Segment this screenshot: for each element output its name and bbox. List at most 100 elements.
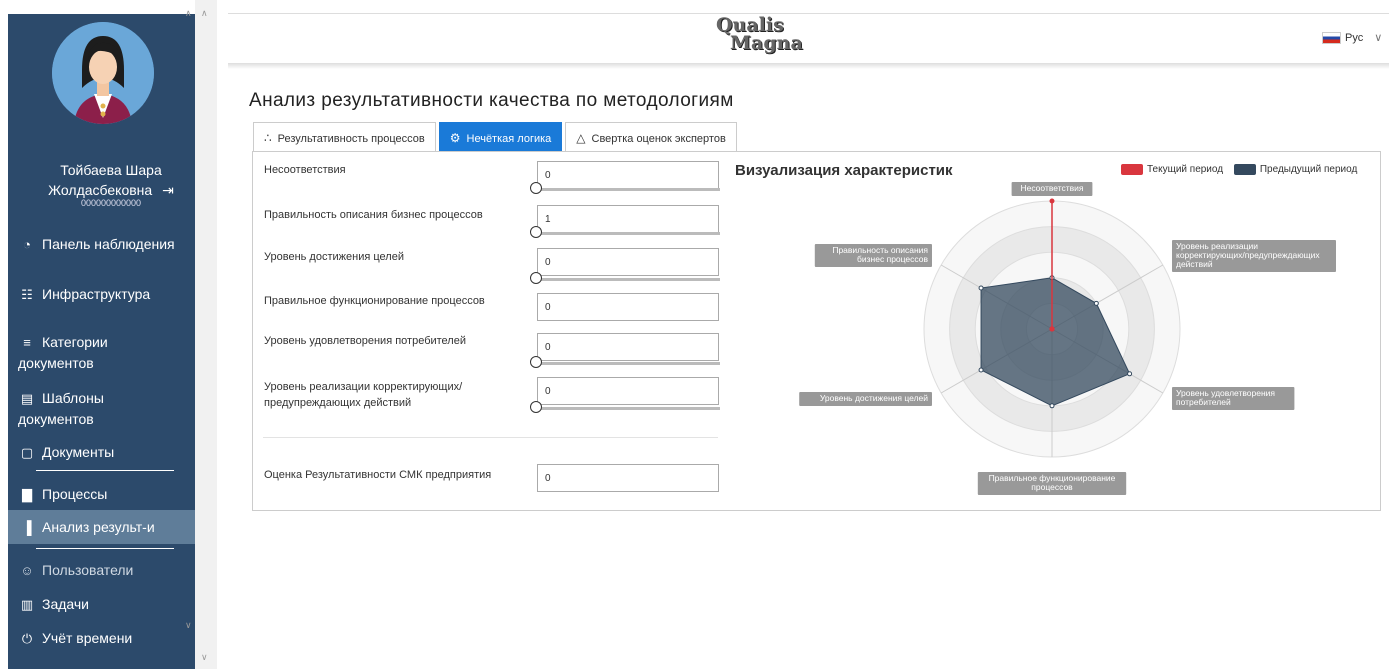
sidebar-item-label: Учёт времени xyxy=(42,630,133,646)
radar-data-point xyxy=(1049,326,1055,332)
slider-handle[interactable] xyxy=(530,182,542,194)
radar-data-point xyxy=(1049,403,1055,409)
user-avatar[interactable] xyxy=(52,22,154,124)
field-label: Правильность описания бизнес процессов xyxy=(264,209,483,221)
legend-label-previous: Предыдущий период xyxy=(1259,164,1358,176)
sidebar-item-label: Анализ результ-и xyxy=(42,519,155,535)
sidebar-item-label: Пользователи xyxy=(42,562,134,578)
radar-data-point xyxy=(1127,371,1133,377)
tab-label: Нечёткая логика xyxy=(466,133,552,145)
analysis-chart-icon: ▐ xyxy=(22,520,32,535)
nonconformity-slider[interactable] xyxy=(530,182,720,194)
analysis-panel: Несоответствия 0 Правильность описания б… xyxy=(252,151,1381,511)
legend-label-current: Текущий период xyxy=(1147,164,1224,176)
sidebar-item-label: Задачи xyxy=(42,596,90,612)
sidebar-item-time-tracking[interactable]: ⏻ Учёт времени xyxy=(8,628,196,649)
tab-process-effectiveness[interactable]: ∴ Результативность процессов xyxy=(253,122,436,152)
sidebar-item-analysis[interactable]: ▐ Анализ результ-и xyxy=(8,510,196,544)
radar-axis-label: действий xyxy=(1176,259,1213,269)
corrective-actions-slider[interactable] xyxy=(530,401,720,413)
list-icon: ≡ xyxy=(23,335,31,350)
sidebar-item-tasks[interactable]: ▥ Задачи xyxy=(8,594,196,615)
sidebar-item-label: Процессы xyxy=(42,486,108,502)
legend-swatch-current[interactable] xyxy=(1121,164,1143,175)
sidebar-item-infrastructure[interactable]: ☷ Инфраструктура xyxy=(8,284,196,305)
field-label: Уровень удовлетворения потребителей xyxy=(264,335,466,347)
header-shadow xyxy=(228,63,1389,69)
sidebar-scrollbar[interactable]: ∧ ∧ ∨ ∨ xyxy=(185,0,217,669)
power-clock-icon: ⏻ xyxy=(21,631,33,646)
radar-data-point xyxy=(1049,198,1055,204)
tab-fuzzy-logic[interactable]: ⚙ Нечёткая логика xyxy=(438,122,563,152)
scroll-up-icon[interactable]: ∧ xyxy=(185,8,192,19)
total-score-input[interactable]: 0 xyxy=(537,464,719,492)
header-border xyxy=(228,13,1389,14)
sidebar-item-label: Документы xyxy=(42,444,115,460)
radar-axis-label: Уровень достижения целей xyxy=(820,393,928,403)
bar-chart-icon: ▇ xyxy=(22,487,32,502)
app-logo[interactable]: Qualis Magna xyxy=(716,16,812,60)
chevron-down-icon: ∨ xyxy=(1374,32,1383,44)
slider-track xyxy=(536,407,720,410)
field-label: Несоответствия xyxy=(264,164,346,176)
tab-bar: ∴ Результативность процессов ⚙ Нечёткая ло… xyxy=(253,122,740,152)
logo-line-2: Magna xyxy=(730,32,803,54)
user-id: 000000000000 xyxy=(80,198,142,208)
gears-icon: ⚙ xyxy=(449,131,461,145)
nav-divider xyxy=(36,470,174,471)
form-divider xyxy=(263,437,718,438)
sidebar-item-doc-templates[interactable]: ▤ Шаблоны документов xyxy=(8,388,178,429)
tab-label: Свертка оценок экспертов xyxy=(591,133,726,145)
file-icon: ▤ xyxy=(20,391,34,406)
radar-axis-label: Несоответствия xyxy=(1020,183,1083,193)
scroll-down-icon[interactable]: ∨ xyxy=(201,652,208,663)
field-label: Уровень реализации корректирующих/ преду… xyxy=(264,381,463,409)
radar-data-point xyxy=(1093,300,1099,306)
nav-divider xyxy=(36,548,174,549)
sidebar-item-label: Инфраструктура xyxy=(42,286,151,302)
tab-expert-aggregation[interactable]: △ Свертка оценок экспертов xyxy=(565,122,737,152)
nonconformity-input[interactable]: 0 xyxy=(537,161,719,189)
radar-axis-label: потребителей xyxy=(1176,397,1231,407)
radar-chart: НесоответствияУровень реализациикорректи… xyxy=(799,182,1336,495)
language-selector[interactable]: Рус ∨ xyxy=(1322,31,1383,45)
customer-satisfaction-slider[interactable] xyxy=(530,356,720,368)
sidebar-item-documents[interactable]: ▢ Документы xyxy=(8,442,196,463)
chart-title: Визуализация характеристик xyxy=(735,162,953,179)
slider-track xyxy=(536,278,720,281)
logout-icon[interactable]: ⇥ xyxy=(162,180,174,200)
corrective-actions-input[interactable]: 0 xyxy=(537,377,719,405)
user-name: Тойбаева Шара Жолдасбековна ⇥ xyxy=(26,160,196,200)
process-description-slider[interactable] xyxy=(530,226,720,238)
process-functioning-input[interactable]: 0 xyxy=(537,293,719,321)
tab-label: Результативность процессов xyxy=(277,133,425,145)
slider-handle[interactable] xyxy=(530,272,542,284)
sidebar-item-users[interactable]: ☺ Пользователи xyxy=(8,560,196,581)
goal-achievement-input[interactable]: 0 xyxy=(537,248,719,276)
radar-axis-label: бизнес процессов xyxy=(857,254,928,264)
sidebar: Тойбаева Шара Жолдасбековна ⇥ 0000000000… xyxy=(8,14,214,669)
square-icon: ▢ xyxy=(20,445,34,460)
sidebar-item-dashboard[interactable]: ◔ Панель наблюдения xyxy=(8,234,196,255)
slider-handle[interactable] xyxy=(530,226,542,238)
radar-data-point xyxy=(978,367,984,373)
sidebar-item-label: Панель наблюдения xyxy=(42,236,175,252)
dashboard-icon: ◔ xyxy=(23,237,31,252)
slider-handle[interactable] xyxy=(530,356,542,368)
clipboard-icon: ▥ xyxy=(20,597,34,612)
customer-satisfaction-input[interactable]: 0 xyxy=(537,333,719,361)
russian-flag-icon xyxy=(1322,32,1341,45)
slider-track xyxy=(536,232,720,235)
scroll-up-icon[interactable]: ∧ xyxy=(201,8,208,19)
scroll-down-icon[interactable]: ∨ xyxy=(185,620,192,631)
goal-achievement-slider[interactable] xyxy=(530,272,720,284)
user-name-text: Тойбаева Шара Жолдасбековна xyxy=(48,162,162,198)
slider-track xyxy=(536,188,720,191)
sidebar-item-processes[interactable]: ▇ Процессы xyxy=(8,484,196,505)
radar-axis-label: процессов xyxy=(1031,482,1073,492)
field-label: Уровень достижения целей xyxy=(264,251,404,263)
legend-swatch-previous[interactable] xyxy=(1233,164,1256,175)
slider-handle[interactable] xyxy=(530,401,542,413)
process-description-input[interactable]: 1 xyxy=(537,205,719,233)
sidebar-item-doc-categories[interactable]: ≡ Категории документов xyxy=(8,332,178,373)
